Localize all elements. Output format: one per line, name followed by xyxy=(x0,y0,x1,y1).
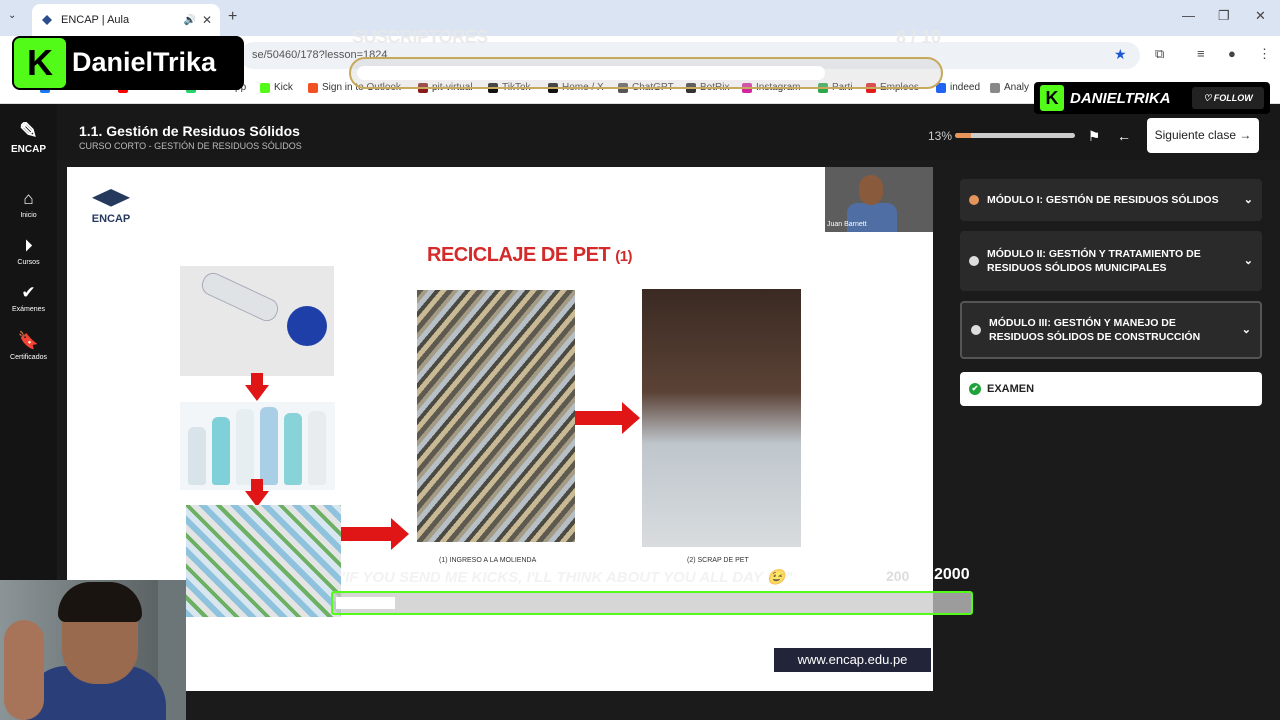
pet-scrap-image xyxy=(642,289,801,547)
next-lesson-button[interactable]: Siguiente clase → xyxy=(1147,118,1259,153)
pending-status-icon xyxy=(969,256,979,266)
instructor-camera: Juan Barnett xyxy=(825,167,933,232)
kicks-goal-target: 2000 xyxy=(934,566,970,583)
close-window-icon[interactable]: ✕ xyxy=(1255,8,1266,24)
bookmark-kick[interactable]: Kick xyxy=(260,82,293,93)
tab-search-icon[interactable]: ⌄ xyxy=(8,10,16,21)
streamer-webcam xyxy=(0,580,186,720)
landfill-image xyxy=(417,290,575,542)
subs-goal-fill xyxy=(357,66,825,80)
bookmark-icon: 🔖 xyxy=(17,331,40,350)
minimize-icon[interactable]: — xyxy=(1182,8,1195,23)
subs-goal-label: SUSCRIPTORES xyxy=(352,27,488,47)
slide-encap-logo: ENCAP xyxy=(89,189,133,225)
module-3-item[interactable]: MÓDULO III: GESTIÓN Y MANEJO DE RESIDUOS… xyxy=(960,301,1262,359)
progress-label: 13% xyxy=(928,129,953,143)
home-icon: ⌂ xyxy=(23,189,34,208)
encap-favicon-icon xyxy=(42,15,52,25)
instructor-name: Juan Barnett xyxy=(827,221,867,228)
restore-icon[interactable]: ❐ xyxy=(1218,8,1230,24)
arrow-right-icon xyxy=(341,518,409,550)
sidebar-item-certificados[interactable]: 🔖 Certificados xyxy=(0,330,57,361)
pet-bottles-image xyxy=(180,402,335,490)
sidebar-item-examenes[interactable]: ✔ Exámenes xyxy=(0,282,57,313)
browser-tab[interactable]: ENCAP | Aula 🔊 ✕ xyxy=(32,4,220,36)
kicks-goal-fill xyxy=(336,597,395,609)
flag-icon[interactable]: ⚑ xyxy=(1081,122,1107,150)
check-circle-icon: ✔ xyxy=(969,383,981,395)
lesson-title: 1.1. Gestión de Residuos Sólidos xyxy=(79,123,300,139)
check-icon: ✔ xyxy=(21,283,36,302)
play-circle-icon: ⏵ xyxy=(24,236,33,255)
menu-icon[interactable]: ⋮ xyxy=(1258,46,1271,62)
kick-logo-icon: K xyxy=(14,38,66,88)
progress-fill xyxy=(955,133,971,138)
browser-tab-bar: ⌄ ENCAP | Aula 🔊 ✕ + — ❐ ✕ xyxy=(0,0,1280,36)
caption-molienda: (1) INGRESO A LA MOLIENDA xyxy=(439,557,537,564)
heart-icon: ♡ xyxy=(1203,93,1212,103)
slide-title: RECICLAJE DE PET (1) xyxy=(427,244,633,266)
tab-title: ENCAP | Aula xyxy=(61,14,130,26)
tab-audio-icon[interactable]: 🔊 xyxy=(183,15,195,26)
back-arrow-icon[interactable]: ← xyxy=(1111,122,1137,150)
sidebar-item-cursos[interactable]: ⏵ Cursos xyxy=(0,235,57,266)
follow-streamer-name: DANIELTRIKA xyxy=(1070,90,1171,107)
chevron-down-icon: ⌄ xyxy=(1243,255,1253,267)
module-1-item[interactable]: MÓDULO I: GESTIÓN DE RESIDUOS SÓLIDOS ⌄ xyxy=(960,179,1262,221)
pending-status-icon xyxy=(971,325,981,335)
sidebar-item-inicio[interactable]: ⌂ Inicio xyxy=(0,188,57,219)
partial-status-icon xyxy=(969,195,979,205)
close-tab-icon[interactable]: ✕ xyxy=(202,13,212,27)
arrow-right-icon xyxy=(575,402,640,434)
graduation-cap-icon xyxy=(92,189,130,207)
screen: { "browser": { "tab_title": "ENCAP | Aul… xyxy=(0,0,1280,720)
kicks-goal-count: 200 xyxy=(886,568,910,584)
bookmark-indeed[interactable]: indeed xyxy=(936,82,980,93)
subs-goal-count: 8 / 10 xyxy=(896,27,942,47)
kick-logo-icon: K xyxy=(1040,85,1064,111)
new-tab-icon[interactable]: + xyxy=(228,8,237,26)
module-2-item[interactable]: MÓDULO II: GESTIÓN Y TRATAMIENTO DE RESI… xyxy=(960,231,1262,291)
chevron-down-icon: ⌄ xyxy=(1241,324,1251,336)
bookmark-analy[interactable]: Analy xyxy=(990,82,1029,93)
caption-scrap: (2) SCRAP DE PET xyxy=(687,557,749,564)
exam-item[interactable]: ✔ EXAMEN xyxy=(960,372,1262,406)
encap-logo-icon: ✎ xyxy=(19,118,38,143)
encap-logo[interactable]: ✎ ENCAP xyxy=(0,118,57,155)
arrow-down-icon xyxy=(245,373,269,401)
bookmark-star-icon[interactable]: ★ xyxy=(1114,46,1127,63)
chevron-down-icon: ⌄ xyxy=(1243,194,1253,206)
kicks-goal-bar xyxy=(331,591,973,615)
follow-button[interactable]: ♡ FOLLOW xyxy=(1192,87,1264,109)
encap-website-url: www.encap.edu.pe xyxy=(774,648,931,672)
kicks-goal-message: "IF YOU SEND ME KICKS, I'LL THINK ABOUT … xyxy=(338,569,793,586)
extensions-icon[interactable]: ⧉ xyxy=(1155,46,1164,62)
crushed-bottles-image xyxy=(186,505,341,617)
media-icon[interactable]: ≡ xyxy=(1197,46,1205,61)
streamer-name: DanielTrika xyxy=(72,47,217,77)
course-subtitle: CURSO CORTO - GESTIÓN DE RESIDUOS SÓLIDO… xyxy=(79,141,302,151)
arrow-right-icon: → xyxy=(1239,128,1252,142)
progress-bar xyxy=(955,133,1075,138)
profile-avatar-icon[interactable]: ● xyxy=(1228,46,1236,61)
pet-preform-image xyxy=(180,266,334,376)
